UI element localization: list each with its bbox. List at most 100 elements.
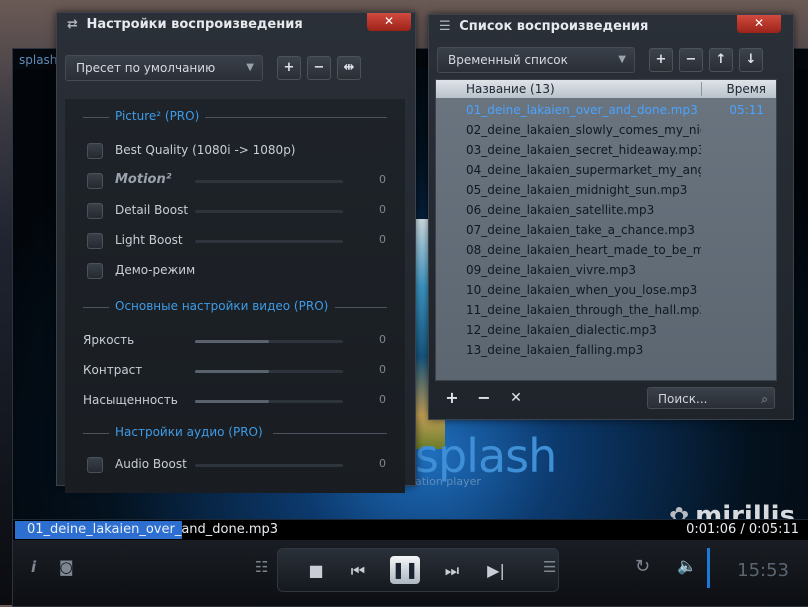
search-placeholder: Поиск...: [658, 392, 708, 406]
playlist-item-name: 08_deine_lakaien_heart_made_to_be_mine.m: [466, 243, 701, 257]
saturation-value: 0: [379, 393, 386, 406]
volume-bar[interactable]: [707, 548, 710, 588]
play-next-button[interactable]: ▶|: [482, 559, 510, 583]
motion-checkbox[interactable]: [87, 173, 103, 189]
audio-boost-slider[interactable]: [195, 464, 343, 467]
section-picture: Picture² (PRO): [65, 109, 405, 125]
audio-boost-label: Audio Boost: [115, 457, 187, 471]
playlist-item-name: 09_deine_lakaien_vivre.mp3: [466, 263, 637, 277]
light-boost-label: Light Boost: [115, 233, 183, 247]
playlist-item-name: 13_deine_lakaien_falling.mp3: [466, 343, 644, 357]
column-name-header[interactable]: Название (13): [466, 82, 555, 96]
playlist-item[interactable]: 05_deine_lakaien_midnight_sun.mp3: [436, 180, 776, 200]
brightness-slider[interactable]: [195, 340, 343, 343]
playlist-item-name: 02_deine_lakaien_slowly_comes_my_night.m: [466, 123, 701, 137]
settings-title-bar[interactable]: ⇄ Настройки воспроизведения: [57, 13, 415, 39]
controls-bar: i ◙ ☷ ■ ⏮ ❚❚ ⏭ ▶| ☰ ↻ 🔈 15:53: [13, 540, 808, 606]
pause-button[interactable]: ❚❚: [390, 556, 420, 584]
remove-preset-button[interactable]: −: [307, 56, 331, 80]
motion-row: Motion² 0: [65, 171, 405, 191]
playlist-item-name: 10_deine_lakaien_when_you_lose.mp3: [466, 283, 698, 297]
playlist-item[interactable]: 04_deine_lakaien_supermarket_my_angle.m: [436, 160, 776, 180]
chevron-down-icon: ▼: [246, 62, 254, 73]
move-up-button[interactable]: ↑: [709, 48, 733, 72]
next-button[interactable]: ⏭: [438, 559, 466, 583]
contrast-label: Контраст: [83, 363, 143, 377]
playlist-item[interactable]: 13_deine_lakaien_falling.mp3: [436, 340, 776, 360]
contrast-row: Контраст 0: [65, 361, 405, 381]
remove-file-button[interactable]: −: [471, 387, 497, 409]
detail-boost-checkbox[interactable]: [87, 203, 103, 219]
playlist-item-name: 05_deine_lakaien_midnight_sun.mp3: [466, 183, 688, 197]
brightness-row: Яркость 0: [65, 331, 405, 351]
add-preset-button[interactable]: +: [277, 56, 301, 80]
playlist-item[interactable]: 02_deine_lakaien_slowly_comes_my_night.m: [436, 120, 776, 140]
motion-slider[interactable]: [195, 180, 343, 183]
detail-boost-slider[interactable]: [195, 210, 343, 213]
playlist-item[interactable]: 01_deine_lakaien_over_and_done.mp3 05:11: [436, 100, 776, 120]
playlist-item[interactable]: 09_deine_lakaien_vivre.mp3: [436, 260, 776, 280]
previous-button[interactable]: ⏮: [344, 559, 372, 583]
settings-title: Настройки воспроизведения: [86, 17, 303, 32]
list-icon: ☰: [439, 19, 451, 34]
compare-button[interactable]: ⇹: [337, 56, 361, 80]
clear-list-button[interactable]: ✕: [503, 387, 529, 409]
camera-icon[interactable]: ◙: [59, 558, 74, 576]
playlist-item[interactable]: 07_deine_lakaien_take_a_chance.mp3: [436, 220, 776, 240]
clock: 15:53: [737, 560, 789, 581]
audio-boost-checkbox[interactable]: [87, 457, 103, 473]
settings-body: Picture² (PRO) Best Quality (1080i -> 10…: [65, 99, 405, 493]
list-dropdown[interactable]: Временный список ▼: [437, 47, 635, 73]
settings-panel: ⇄ Настройки воспроизведения ✕ Пресет по …: [56, 12, 416, 493]
playlist-item[interactable]: 03_deine_lakaien_secret_hideaway.mp3: [436, 140, 776, 160]
info-icon[interactable]: i: [31, 558, 36, 576]
light-boost-slider[interactable]: [195, 240, 343, 243]
detail-boost-label: Detail Boost: [115, 203, 189, 217]
repeat-icon[interactable]: ↻: [635, 556, 650, 577]
section-audio: Настройки аудио (PRO): [65, 425, 405, 441]
add-file-button[interactable]: +: [439, 387, 465, 409]
settings-sliders-icon: ⇄: [67, 17, 78, 32]
playlist-item[interactable]: 12_deine_lakaien_dialectic.mp3: [436, 320, 776, 340]
demo-row[interactable]: Демо-режим: [65, 261, 405, 281]
search-input[interactable]: Поиск... ⌕: [647, 387, 775, 409]
preset-dropdown[interactable]: Пресет по умолчанию ▼: [65, 55, 263, 81]
saturation-slider[interactable]: [195, 400, 343, 403]
settings-close-button[interactable]: ✕: [367, 13, 411, 31]
playlist-item-name: 01_deine_lakaien_over_and_done.mp3: [466, 103, 698, 117]
light-boost-checkbox[interactable]: [87, 233, 103, 249]
best-quality-row[interactable]: Best Quality (1080i -> 1080p): [65, 141, 405, 161]
player-title: splash: [19, 53, 58, 67]
volume-icon[interactable]: 🔈: [677, 556, 697, 575]
seek-bar[interactable]: 01_deine_lakaien_over_and_done.mp3: [15, 521, 278, 539]
time-readout: 0:01:06 / 0:05:11: [686, 522, 799, 537]
section-video: Основные настройки видео (PRO): [65, 299, 405, 315]
playlist-item-name: 12_deine_lakaien_dialectic.mp3: [466, 323, 657, 337]
playlist-close-button[interactable]: ✕: [737, 15, 781, 33]
transport-controls: ■ ⏮ ❚❚ ⏭ ▶|: [277, 548, 559, 592]
section-video-label: Основные настройки видео (PRO): [115, 299, 329, 313]
best-quality-checkbox[interactable]: [87, 143, 103, 159]
move-down-button[interactable]: ↓: [739, 48, 763, 72]
stop-button[interactable]: ■: [302, 559, 330, 583]
contrast-slider[interactable]: [195, 370, 343, 373]
contrast-value: 0: [379, 363, 386, 376]
playlist-item[interactable]: 11_deine_lakaien_through_the_hall.mp3: [436, 300, 776, 320]
light-boost-row: Light Boost 0: [65, 231, 405, 251]
playlist-table: Название (13) Время 01_deine_lakaien_ove…: [435, 79, 777, 381]
detail-boost-row: Detail Boost 0: [65, 201, 405, 221]
demo-checkbox[interactable]: [87, 263, 103, 279]
remove-list-button[interactable]: −: [679, 48, 703, 72]
playlist-item[interactable]: 08_deine_lakaien_heart_made_to_be_mine.m: [436, 240, 776, 260]
brightness-value: 0: [379, 333, 386, 346]
add-list-button[interactable]: +: [649, 48, 673, 72]
column-time-header[interactable]: Время: [726, 82, 766, 96]
detail-boost-value: 0: [379, 203, 386, 216]
settings-sliders-icon[interactable]: ☷: [255, 558, 268, 576]
playlist-item-name: 04_deine_lakaien_supermarket_my_angle.m: [466, 163, 701, 177]
playlist-item[interactable]: 06_deine_lakaien_satellite.mp3: [436, 200, 776, 220]
playlist-item[interactable]: 10_deine_lakaien_when_you_lose.mp3: [436, 280, 776, 300]
light-boost-value: 0: [379, 233, 386, 246]
section-picture-label: Picture² (PRO): [115, 109, 200, 123]
playlist-icon[interactable]: ☰: [543, 558, 556, 576]
